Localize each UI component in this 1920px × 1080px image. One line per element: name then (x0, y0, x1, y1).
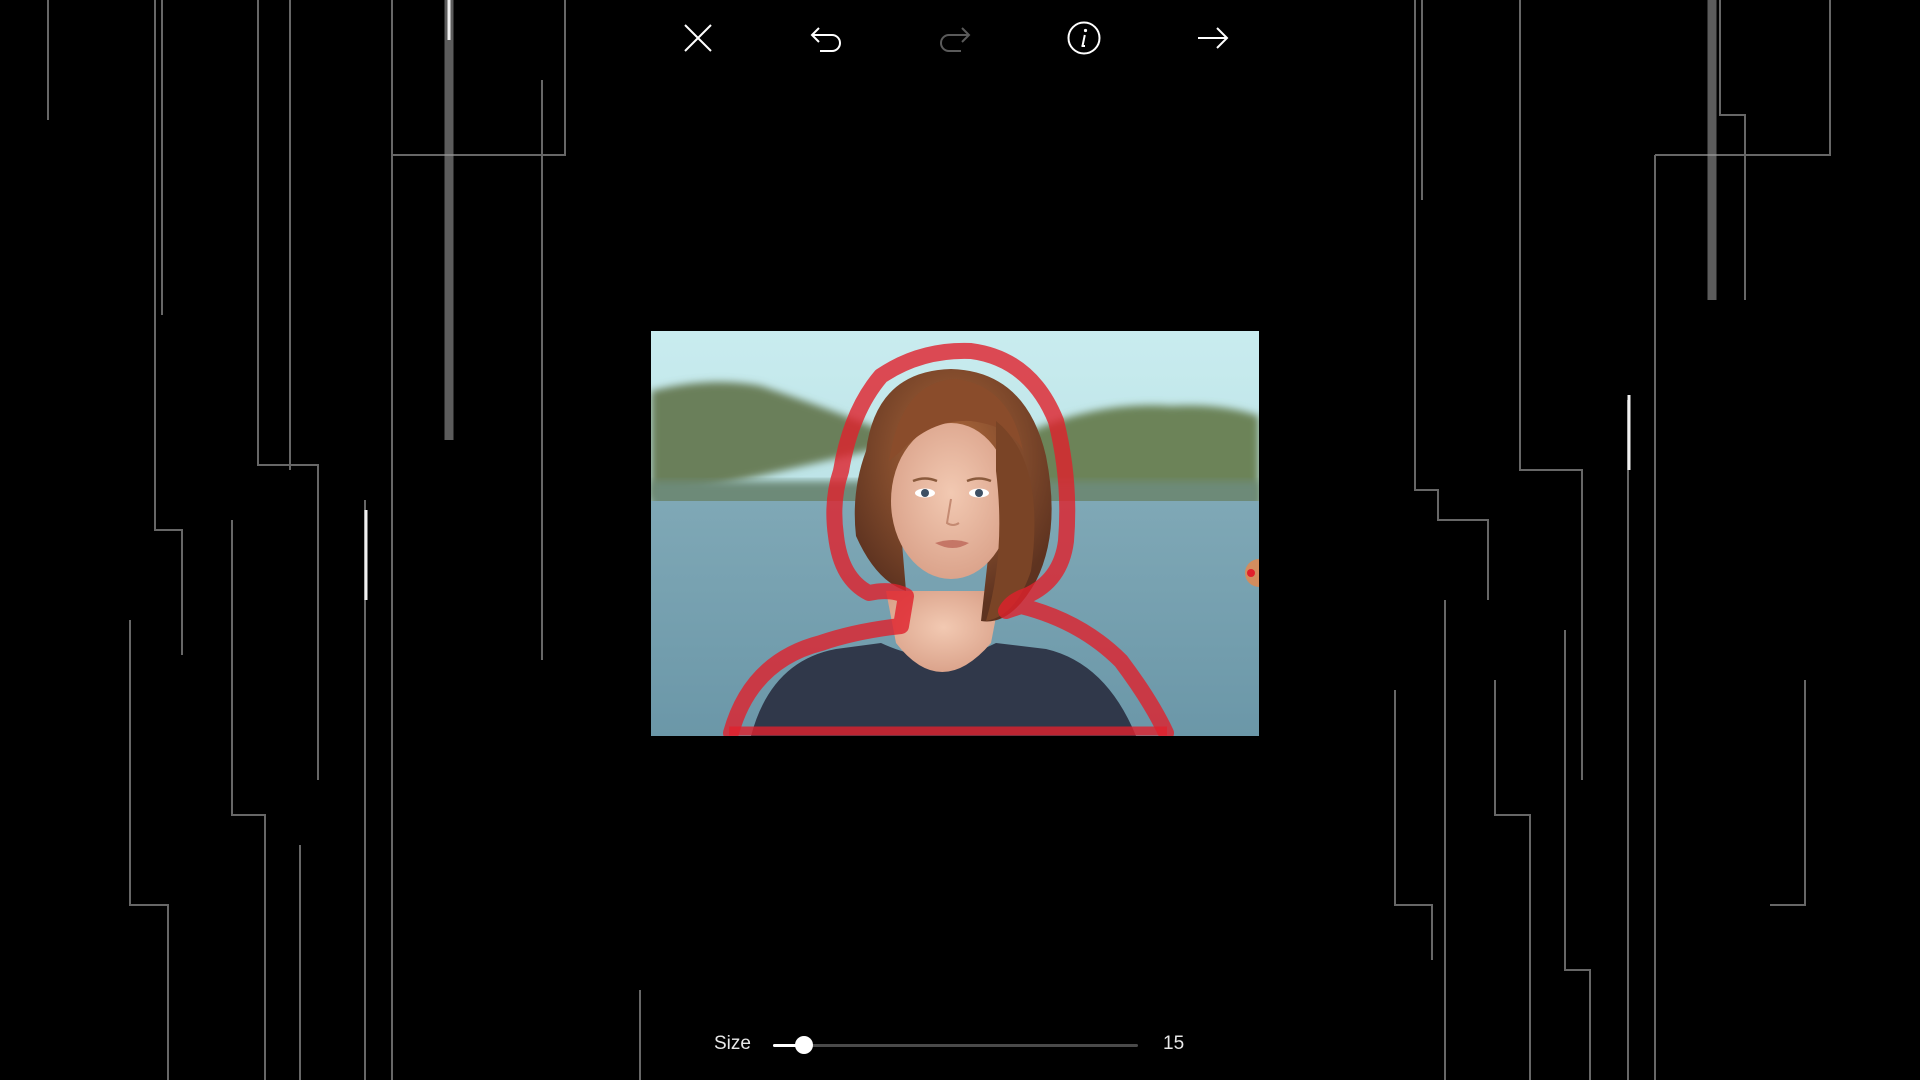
close-button[interactable] (676, 16, 720, 60)
info-button[interactable] (1062, 16, 1106, 60)
slider-thumb[interactable] (795, 1036, 814, 1054)
close-icon (684, 24, 712, 52)
redo-button[interactable] (933, 16, 977, 60)
undo-button[interactable] (804, 16, 848, 60)
portrait-photo (651, 331, 1259, 736)
photo-canvas[interactable] (651, 331, 1259, 736)
next-button[interactable] (1191, 16, 1235, 60)
undo-icon (810, 27, 841, 52)
top-toolbar (0, 0, 1920, 80)
slider-track (773, 1044, 1138, 1047)
brush-size-control: Size 15 (700, 1025, 1200, 1065)
size-slider[interactable] (773, 1036, 1138, 1054)
size-label: Size (714, 1033, 751, 1054)
arrow-right-icon (1198, 27, 1229, 49)
size-value: 15 (1163, 1033, 1185, 1054)
redo-icon (940, 27, 971, 52)
info-icon (1067, 21, 1101, 55)
